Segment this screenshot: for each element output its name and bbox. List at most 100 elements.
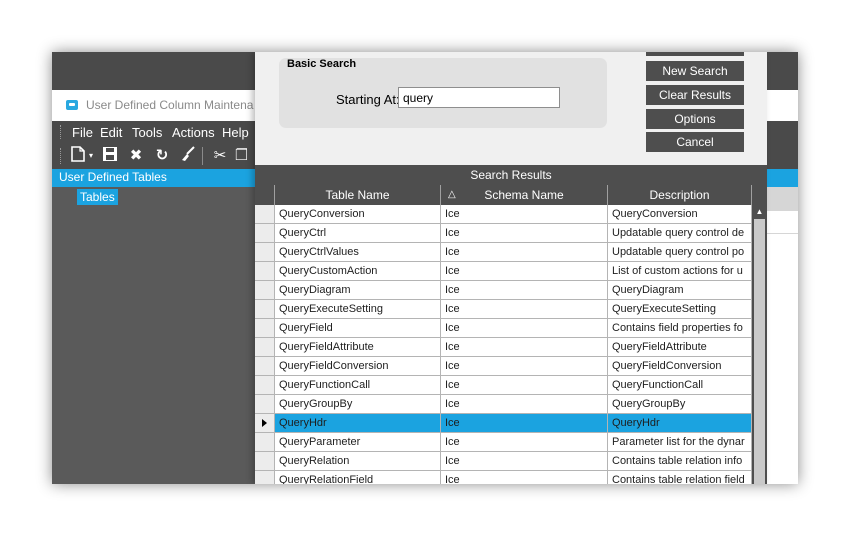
cell-table-name[interactable]: QueryFieldConversion (275, 357, 441, 376)
menu-edit[interactable]: Edit (100, 125, 122, 140)
cell-schema-name[interactable]: Ice (441, 452, 608, 471)
cell-description[interactable]: QueryGroupBy (608, 395, 752, 414)
table-row[interactable]: QueryRelation Ice Contains table relation … (255, 452, 752, 471)
row-selector[interactable] (255, 338, 275, 357)
cell-schema-name[interactable]: Ice (441, 395, 608, 414)
cell-description[interactable]: QueryHdr (608, 414, 752, 433)
row-selector[interactable] (255, 281, 275, 300)
cell-description[interactable]: Contains table relation info (608, 452, 752, 471)
table-row[interactable]: QueryParameter Ice Parameter list for the … (255, 433, 752, 452)
row-selector[interactable] (255, 357, 275, 376)
cell-description[interactable]: QueryConversion (608, 205, 752, 224)
cell-description[interactable]: Parameter list for the dynar (608, 433, 752, 452)
column-header-schema-name[interactable]: Schema Name (441, 185, 608, 205)
column-header-table-name[interactable]: Table Name △ (275, 185, 456, 205)
cell-description[interactable]: Contains field properties fo (608, 319, 752, 338)
vertical-scrollbar[interactable]: ▲ (752, 185, 767, 484)
starting-at-input[interactable] (398, 87, 560, 108)
cell-table-name[interactable]: QueryFieldAttribute (275, 338, 441, 357)
clear-icon[interactable] (178, 146, 198, 166)
table-row[interactable]: QueryField Ice Contains field properties f… (255, 319, 752, 338)
row-selector[interactable] (255, 395, 275, 414)
cell-schema-name[interactable]: Ice (441, 376, 608, 395)
options-button[interactable]: Options (646, 109, 744, 129)
row-selector[interactable] (255, 262, 275, 281)
cell-table-name[interactable]: QueryRelationField (275, 471, 441, 484)
column-header-description[interactable]: Description (608, 185, 752, 205)
cell-table-name[interactable]: QueryCtrlValues (275, 243, 441, 262)
cell-schema-name[interactable]: Ice (441, 471, 608, 484)
row-selector[interactable] (255, 319, 275, 338)
table-row[interactable]: QueryCtrl Ice Updatable query control de (255, 224, 752, 243)
table-row[interactable]: QueryCustomAction Ice List of custom actio… (255, 262, 752, 281)
cell-description[interactable]: QueryExecuteSetting (608, 300, 752, 319)
cell-schema-name[interactable]: Ice (441, 281, 608, 300)
tree-item-tables[interactable]: Tables (77, 189, 118, 205)
cell-table-name[interactable]: QueryField (275, 319, 441, 338)
row-selector[interactable] (255, 433, 275, 452)
table-row[interactable]: QueryHdr Ice QueryHdr (255, 414, 752, 433)
scroll-up-icon[interactable]: ▲ (752, 205, 767, 219)
new-search-button[interactable]: New Search (646, 61, 744, 81)
cell-table-name[interactable]: QueryParameter (275, 433, 441, 452)
cell-schema-name[interactable]: Ice (441, 300, 608, 319)
cell-table-name[interactable]: QueryFunctionCall (275, 376, 441, 395)
cell-description[interactable]: List of custom actions for u (608, 262, 752, 281)
cell-schema-name[interactable]: Ice (441, 262, 608, 281)
refresh-icon[interactable]: ↻ (152, 146, 172, 166)
cell-table-name[interactable]: QueryCtrl (275, 224, 441, 243)
table-row[interactable]: QueryGroupBy Ice QueryGroupBy (255, 395, 752, 414)
table-row[interactable]: QueryConversion Ice QueryConversion (255, 205, 752, 224)
cell-schema-name[interactable]: Ice (441, 414, 608, 433)
dropdown-icon[interactable]: ▾ (86, 146, 96, 166)
table-row[interactable]: QueryFieldAttribute Ice QueryFieldAttribut… (255, 338, 752, 357)
row-selector[interactable] (255, 205, 275, 224)
clear-results-button[interactable]: Clear Results (646, 85, 744, 105)
cell-schema-name[interactable]: Ice (441, 433, 608, 452)
row-selector[interactable] (255, 452, 275, 471)
new-icon[interactable] (68, 146, 88, 166)
cell-description[interactable]: QueryFieldConversion (608, 357, 752, 376)
cell-schema-name[interactable]: Ice (441, 338, 608, 357)
cell-table-name[interactable]: QueryHdr (275, 414, 441, 433)
table-row[interactable]: QueryDiagram Ice QueryDiagram (255, 281, 752, 300)
row-selector[interactable] (255, 471, 275, 484)
cell-schema-name[interactable]: Ice (441, 319, 608, 338)
cell-table-name[interactable]: QueryGroupBy (275, 395, 441, 414)
cell-table-name[interactable]: QueryRelation (275, 452, 441, 471)
save-icon[interactable] (100, 146, 120, 166)
copy-icon[interactable]: ❐ (235, 146, 247, 166)
table-row[interactable]: QueryFieldConversion Ice QueryFieldConvers… (255, 357, 752, 376)
cell-schema-name[interactable]: Ice (441, 224, 608, 243)
cell-description[interactable]: QueryFieldAttribute (608, 338, 752, 357)
cell-table-name[interactable]: QueryCustomAction (275, 262, 441, 281)
delete-icon[interactable]: ✖ (126, 146, 146, 166)
cell-table-name[interactable]: QueryDiagram (275, 281, 441, 300)
cell-schema-name[interactable]: Ice (441, 205, 608, 224)
cell-description[interactable]: QueryDiagram (608, 281, 752, 300)
menu-tools[interactable]: Tools (132, 125, 162, 140)
menu-help[interactable]: Help (222, 125, 249, 140)
cell-description[interactable]: Updatable query control de (608, 224, 752, 243)
cell-description[interactable]: Contains table relation field (608, 471, 752, 484)
table-row[interactable]: QueryCtrlValues Ice Updatable query contro… (255, 243, 752, 262)
row-selector[interactable] (255, 376, 275, 395)
cell-schema-name[interactable]: Ice (441, 357, 608, 376)
cell-table-name[interactable]: QueryConversion (275, 205, 441, 224)
row-selector[interactable] (255, 414, 275, 433)
table-row[interactable]: QueryRelationField Ice Contains table rela… (255, 471, 752, 484)
row-selector[interactable] (255, 224, 275, 243)
row-selector[interactable] (255, 243, 275, 262)
cancel-button[interactable]: Cancel (646, 132, 744, 152)
scrollbar-thumb[interactable] (754, 219, 765, 484)
cell-table-name[interactable]: QueryExecuteSetting (275, 300, 441, 319)
row-selector[interactable] (255, 300, 275, 319)
cell-description[interactable]: QueryFunctionCall (608, 376, 752, 395)
table-row[interactable]: QueryFunctionCall Ice QueryFunctionCall (255, 376, 752, 395)
menu-file[interactable]: File (72, 125, 93, 140)
cell-description[interactable]: Updatable query control po (608, 243, 752, 262)
table-row[interactable]: QueryExecuteSetting Ice QueryExecuteSettin… (255, 300, 752, 319)
menu-actions[interactable]: Actions (172, 125, 215, 140)
cut-icon[interactable]: ✂ (210, 146, 230, 166)
cell-schema-name[interactable]: Ice (441, 243, 608, 262)
